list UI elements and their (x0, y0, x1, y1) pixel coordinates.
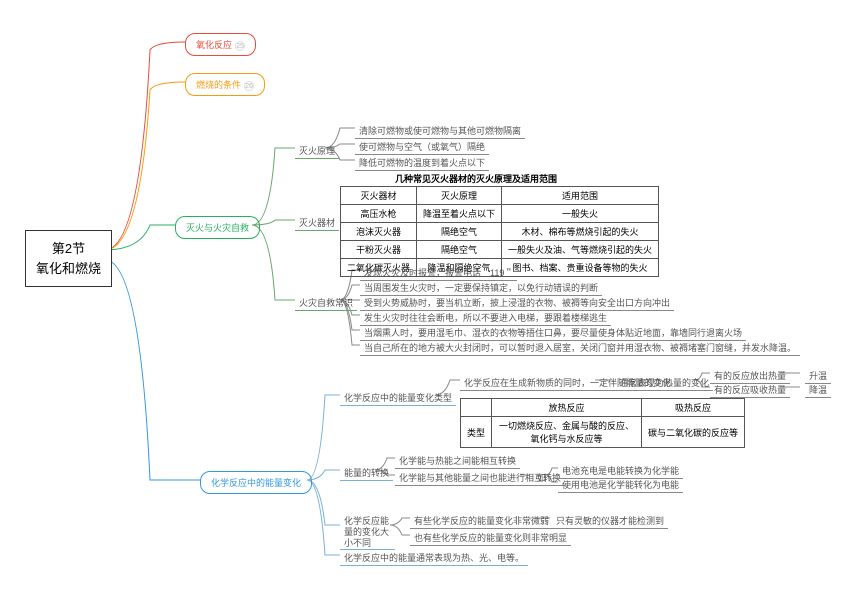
e4[interactable]: 化学反应能量的变化大小不同 (340, 514, 395, 550)
n-combust-cond[interactable]: 燃烧的条件26 (185, 73, 265, 96)
n-oxidation[interactable]: 氧化反应25 (185, 33, 256, 56)
e2[interactable]: 化学反应中的能量变化类型 (340, 389, 456, 406)
p2: 使可燃物与空气（或氧气）隔绝 (355, 138, 489, 155)
n-energy[interactable]: 化学反应中的能量变化 (200, 471, 312, 494)
n-fire-equip[interactable]: 灭火器材 (295, 214, 339, 231)
s6: 当自己所在的地方被大火封闭时，可以暂时退入居室，关闭门窗并用湿衣物、被褥堵塞门窗… (360, 339, 800, 356)
e4b: 只有灵敏的仪器才能检测到 (552, 512, 668, 529)
e3c: 如 (533, 469, 550, 486)
e3e: 使用电池是化学能转化为电能 (558, 476, 683, 493)
root-text: 第2节 氧化和燃烧 (36, 241, 101, 276)
e5: 化学反应中的能量通常表现为热、光、电等。 (340, 549, 528, 566)
e3[interactable]: 能量的转换 (340, 464, 393, 481)
er2: 有的反应吸收热量 (710, 381, 790, 398)
root-node[interactable]: 第2节 氧化和燃烧 (25, 230, 112, 287)
e4c: 也有些化学反应的能量变化则非常明显 (410, 529, 571, 546)
e3a: 化学能与热能之间能相互转换 (395, 452, 520, 469)
e1b: 通常表现为热量的变化 (615, 374, 713, 391)
n-fire-principle[interactable]: 灭火原理 (295, 142, 339, 159)
n-fire-self[interactable]: 火灾自救常识 (295, 294, 357, 311)
table-cap: 几种常见灭火器材的灭火原理及适用范围 (395, 172, 557, 185)
energy-table: 放热反应吸热反应 类型一切燃烧反应、金属与酸的反应、氧化钙与水反应等碳与二氧化碳… (460, 398, 745, 448)
n-fire[interactable]: 灭火与火灾自救 (175, 216, 260, 239)
p3: 降低可燃物的温度到着火点以下 (355, 154, 489, 171)
p1: 清除可燃物或使可燃物与其他可燃物隔离 (355, 122, 525, 139)
er2b: 降温 (805, 381, 831, 398)
e4a: 有些化学反应的能量变化非常微弱 (410, 512, 553, 529)
